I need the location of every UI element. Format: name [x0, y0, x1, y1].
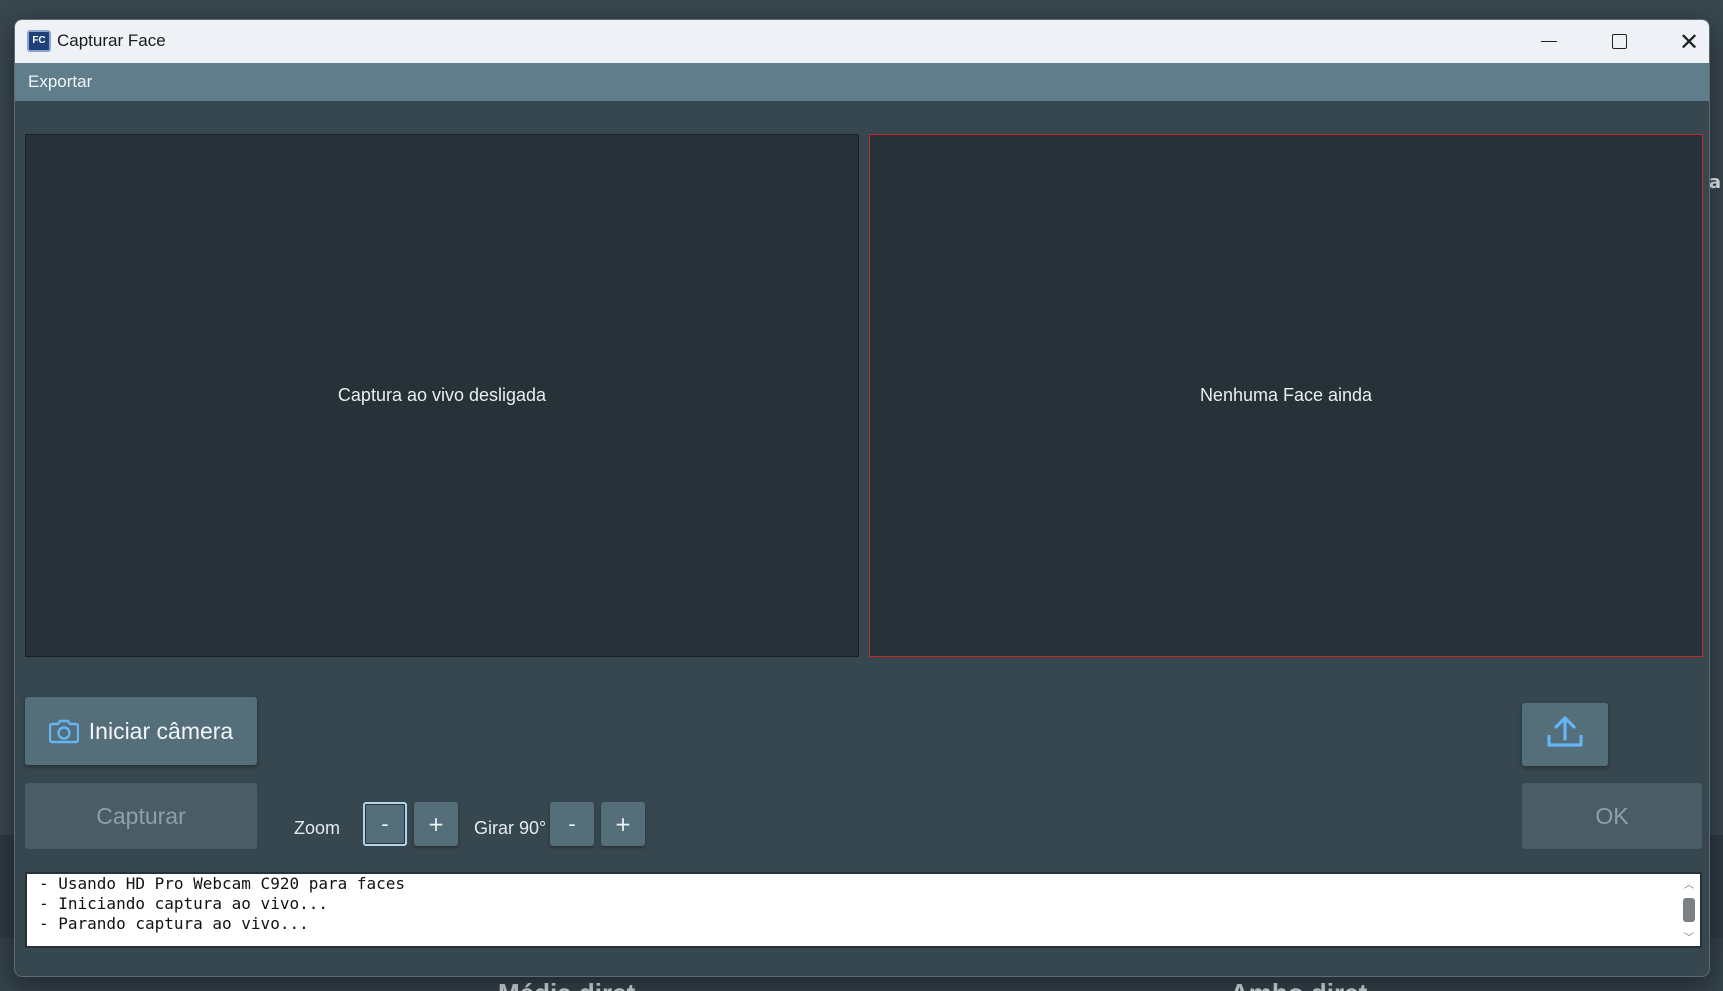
face-preview-status: Nenhuma Face ainda	[1199, 385, 1373, 405]
rotate-left-button[interactable]: -	[550, 802, 594, 846]
rotate-label: Girar 90°	[474, 818, 547, 838]
log-line: - Iniciando captura ao vivo...	[39, 894, 328, 913]
maximize-icon	[1611, 34, 1627, 49]
start-camera-label: Iniciar câmera	[88, 717, 234, 744]
face-preview-panel: Nenhuma Face ainda	[869, 134, 1703, 657]
close-icon: ✕	[1678, 27, 1700, 56]
scroll-down-icon[interactable]: ﹀	[1684, 929, 1694, 944]
app-icon: FC	[27, 30, 51, 52]
background-letter: a	[1708, 172, 1721, 193]
zoom-out-button[interactable]: -	[363, 802, 407, 846]
scroll-up-icon[interactable]: ︿	[1684, 876, 1694, 891]
export-upload-button[interactable]	[1522, 703, 1608, 766]
background-text-right: Ambo diret	[1230, 978, 1367, 991]
minimize-button[interactable]	[1515, 20, 1583, 63]
log-line: - Parando captura ao vivo...	[39, 914, 309, 933]
close-button[interactable]: ✕	[1655, 20, 1709, 63]
background-text-left: Média diret	[498, 978, 635, 991]
start-camera-button[interactable]: Iniciar câmera	[25, 697, 257, 765]
log-scrollbar[interactable]: ︿ ﹀	[1680, 876, 1698, 944]
zoom-in-button[interactable]: +	[414, 802, 458, 846]
zoom-label: Zoom	[294, 818, 341, 838]
minimize-icon	[1541, 40, 1557, 43]
live-capture-status: Captura ao vivo desligada	[337, 385, 547, 405]
menu-bar: Exportar	[15, 63, 1709, 101]
capture-face-dialog: FC Capturar Face ✕ Exportar Captura ao v…	[14, 19, 1710, 977]
scrollbar-thumb[interactable]	[1683, 898, 1695, 922]
rotate-right-button[interactable]: +	[601, 802, 645, 846]
log-lines: - Usando HD Pro Webcam C920 para faces -…	[39, 874, 405, 934]
log-textarea[interactable]: - Usando HD Pro Webcam C920 para faces -…	[25, 872, 1702, 948]
log-line: - Usando HD Pro Webcam C920 para faces	[39, 874, 406, 893]
live-capture-panel: Captura ao vivo desligada	[25, 134, 859, 657]
upload-icon	[1545, 715, 1585, 754]
title-bar[interactable]: FC Capturar Face ✕	[15, 20, 1709, 63]
ok-button[interactable]: OK	[1522, 783, 1702, 849]
menu-item-exportar[interactable]: Exportar	[28, 72, 92, 92]
window-title: Capturar Face	[57, 31, 166, 50]
capture-button[interactable]: Capturar	[25, 783, 257, 849]
camera-icon	[48, 718, 79, 744]
maximize-button[interactable]	[1585, 20, 1653, 63]
